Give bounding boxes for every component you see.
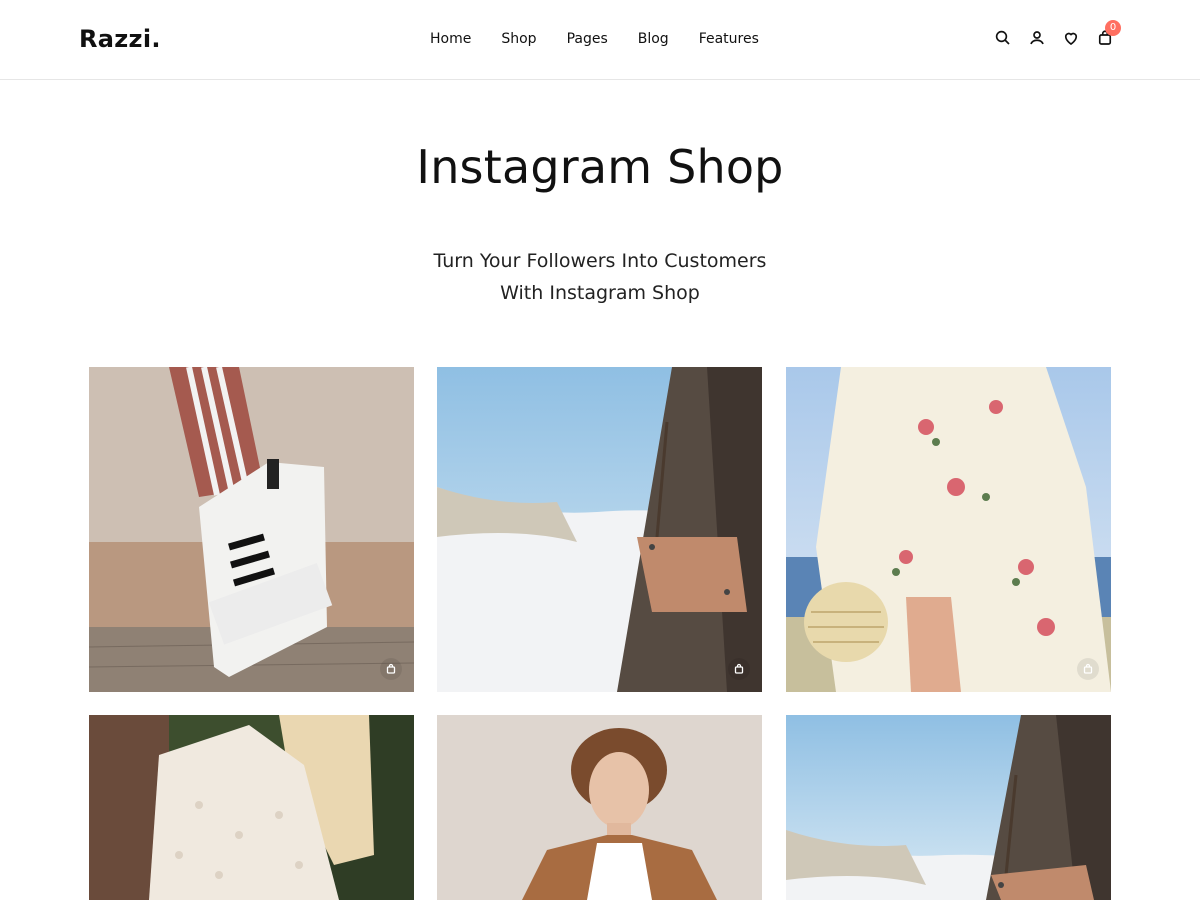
- knit-sweater-photo: [89, 715, 414, 900]
- nav-home[interactable]: Home: [430, 31, 471, 47]
- beach-bag-photo: [437, 367, 762, 692]
- instagram-tile-floral-dress[interactable]: [786, 367, 1111, 692]
- bag-icon[interactable]: [1077, 658, 1099, 680]
- beach-bag-photo-2: [786, 715, 1111, 900]
- site-header: Razzi. Home Shop Pages Blog Features 0: [0, 0, 1200, 80]
- instagram-tile-beach-bag-2[interactable]: [786, 715, 1111, 900]
- instagram-tile-man-portrait[interactable]: [437, 715, 762, 900]
- subtitle-line-2: With Instagram Shop: [500, 282, 700, 304]
- page-title: Instagram Shop: [416, 140, 784, 194]
- main-nav: Home Shop Pages Blog Features: [430, 31, 759, 47]
- nav-pages[interactable]: Pages: [567, 31, 608, 47]
- bag-icon[interactable]: [380, 658, 402, 680]
- user-icon[interactable]: [1027, 28, 1047, 48]
- cart-count-badge: 0: [1105, 20, 1121, 36]
- page-subtitle: Turn Your Followers Into Customers With …: [0, 245, 1200, 309]
- header-icons: 0: [993, 20, 1121, 48]
- instagram-tile-knit-sweater[interactable]: [89, 715, 414, 900]
- heart-icon[interactable]: [1061, 28, 1081, 48]
- cart-icon[interactable]: 0: [1095, 20, 1121, 48]
- instagram-tile-beach-bag[interactable]: [437, 367, 762, 692]
- bag-icon[interactable]: [728, 658, 750, 680]
- nav-features[interactable]: Features: [699, 31, 759, 47]
- nav-blog[interactable]: Blog: [638, 31, 669, 47]
- site-logo[interactable]: Razzi.: [79, 25, 161, 53]
- search-icon[interactable]: [993, 28, 1013, 48]
- floral-dress-photo: [786, 367, 1111, 692]
- subtitle-line-1: Turn Your Followers Into Customers: [433, 250, 767, 272]
- nav-shop[interactable]: Shop: [501, 31, 536, 47]
- man-portrait-photo: [437, 715, 762, 900]
- instagram-tile-sneaker[interactable]: [89, 367, 414, 692]
- sneaker-photo: [89, 367, 414, 692]
